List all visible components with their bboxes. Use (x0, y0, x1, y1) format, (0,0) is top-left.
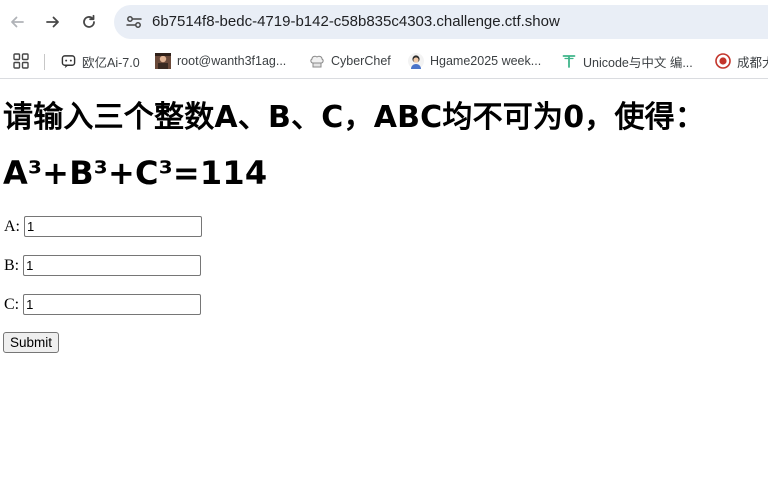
reload-icon (83, 14, 95, 28)
bookmark-label: CyberChef (331, 54, 391, 68)
avatar-photo-icon (155, 53, 171, 69)
browser-toolbar: 6b7514f8-bedc-4719-b142-c58b835c4303.cha… (0, 0, 768, 44)
arrow-left-icon (11, 16, 24, 28)
input-a[interactable] (24, 216, 202, 237)
equation-heading: A³+B³+C³=114 (3, 154, 268, 192)
bookmark-label: Hgame2025 week... (430, 54, 542, 68)
field-row-c: C: (4, 294, 202, 315)
bookmark-hgame2025[interactable]: Hgame2025 week... (408, 50, 541, 72)
person-avatar-icon (408, 53, 424, 69)
chat-bubble-icon (60, 53, 76, 69)
bookmark-ouyi-ai[interactable]: 欧亿Ai-7.0 (60, 50, 140, 72)
chef-hat-icon (309, 53, 325, 69)
letter-t-icon (561, 53, 577, 69)
forward-button[interactable] (41, 10, 65, 34)
bookmark-unicode-chinese[interactable]: Unicode与中文 编... (561, 50, 693, 72)
field-label-c: C: (4, 295, 20, 313)
bookmark-label: 成都大 (737, 55, 768, 70)
field-row-b: B: (4, 255, 202, 276)
page-content: 请输入三个整数A、B、C，ABC均不可为0，使得： A³+B³+C³=114 A… (0, 79, 768, 478)
submit-button[interactable]: Submit (3, 332, 60, 353)
arrow-right-icon (46, 16, 59, 28)
input-b[interactable] (23, 255, 202, 276)
bookmark-chengdu-university[interactable]: 成都大 (715, 50, 768, 72)
bookmark-label: 欧亿Ai-7.0 (82, 55, 140, 70)
reload-button[interactable] (77, 10, 101, 34)
page-heading: 请输入三个整数A、B、C，ABC均不可为0，使得： (3, 100, 706, 135)
bookmark-cyberchef[interactable]: CyberChef (309, 50, 391, 72)
field-label-a: A: (4, 217, 20, 235)
address-bar[interactable]: 6b7514f8-bedc-4719-b142-c58b835c4303.cha… (114, 5, 768, 39)
back-button[interactable] (5, 10, 29, 34)
field-row-a: A: (4, 216, 202, 237)
bookmark-root-wanth3f1ag[interactable]: root@wanth3f1ag... (155, 50, 286, 72)
field-label-b: B: (4, 256, 20, 274)
tune-icon (126, 16, 142, 28)
input-c[interactable] (23, 294, 202, 315)
apps-grid-icon[interactable] (12, 52, 30, 74)
bookmarks-divider (44, 54, 45, 70)
url-text[interactable]: 6b7514f8-bedc-4719-b142-c58b835c4303.cha… (152, 13, 560, 30)
site-info-button[interactable] (122, 10, 146, 34)
bookmark-label: root@wanth3f1ag... (177, 54, 287, 68)
bookmarks-bar: 欧亿Ai-7.0 root@wanth3f1ag... CyberChef Hg… (0, 44, 768, 79)
bookmark-label: Unicode与中文 编... (583, 55, 693, 70)
red-badge-icon (715, 53, 731, 69)
